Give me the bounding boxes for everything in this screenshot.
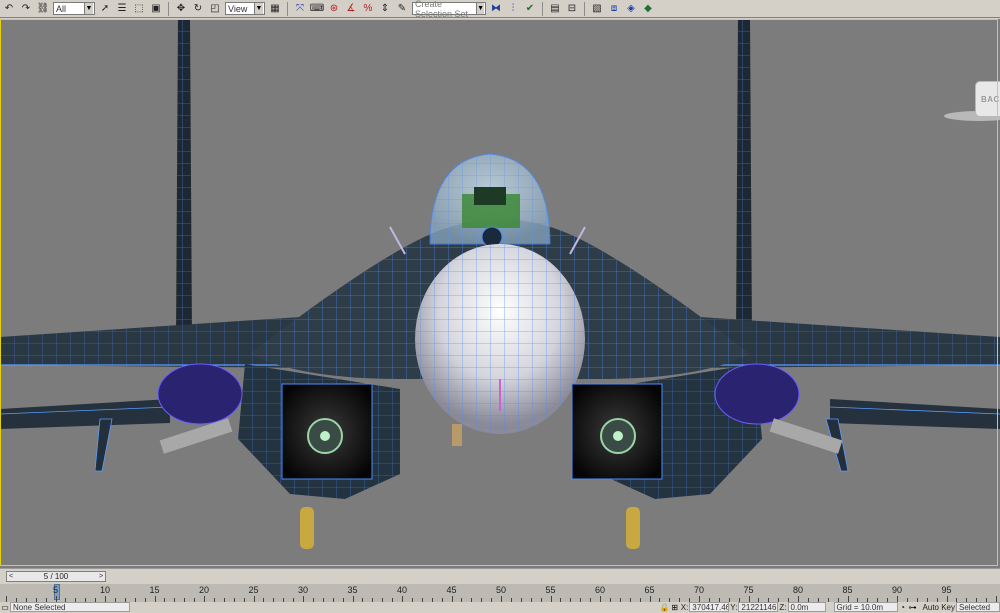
selection-filter-value: All <box>56 3 67 14</box>
perspective-viewport[interactable]: BACK <box>0 19 1000 568</box>
move-icon[interactable]: ✥ <box>174 2 188 16</box>
x-coordinate-field[interactable]: 370417.46 <box>689 602 730 612</box>
aircraft-wireframe-model <box>0 19 1000 549</box>
x-label: X: <box>680 602 689 612</box>
named-selection-icon[interactable]: ✎ <box>395 2 409 16</box>
lock-selection-icon[interactable]: 🔒 <box>660 602 670 612</box>
timeline-tick-label: 10 <box>99 585 111 595</box>
timeline-tick-label: 40 <box>396 585 408 595</box>
scale-icon[interactable]: ◰ <box>208 2 222 16</box>
y-label: Y: <box>730 602 738 612</box>
timeline-tick-label: 75 <box>743 585 754 595</box>
undo-icon[interactable]: ↶ <box>2 2 16 16</box>
window-crossing-icon[interactable]: ▣ <box>149 2 163 16</box>
quick-render-icon[interactable]: ◆ <box>641 2 655 16</box>
toolbar-divider <box>584 1 585 16</box>
timeline-tick-label: 5 <box>52 585 59 595</box>
z-coordinate-field[interactable]: 0.0m <box>787 602 826 612</box>
chevron-down-icon: ▼ <box>84 3 93 14</box>
time-tag-icon[interactable]: ◔ <box>898 602 908 612</box>
key-filter-icon[interactable]: ⊶ <box>908 602 918 612</box>
timeline-tick-label: 90 <box>891 585 903 595</box>
percent-snap-icon[interactable]: % <box>361 2 375 16</box>
keyboard-shortcut-icon[interactable]: ⌨ <box>310 2 324 16</box>
chevron-down-icon: ▼ <box>254 3 263 14</box>
schematic-icon[interactable]: ⊟ <box>565 2 579 16</box>
left-vertical-tail <box>176 19 192 339</box>
timeline-tick-label: 45 <box>446 585 457 595</box>
select-by-name-icon[interactable]: ☰ <box>115 2 129 16</box>
selection-filter-dropdown[interactable]: All ▼ <box>53 2 95 15</box>
align-icon[interactable]: ⫶ <box>506 2 520 16</box>
mirror-icon[interactable]: ⧓ <box>489 2 503 16</box>
timeline-tick-label: 30 <box>297 585 309 595</box>
pivot-icon[interactable]: ▦ <box>268 2 282 16</box>
right-vertical-tail <box>736 19 752 339</box>
absolute-mode-icon[interactable]: ⊞ <box>670 602 680 612</box>
selection-set-dropdown[interactable]: Create Selection Set ▼ <box>412 0 486 19</box>
select-icon[interactable]: ➚ <box>98 2 112 16</box>
frame-display: 5 / 100 <box>43 572 69 581</box>
render-setup-icon[interactable]: ⧈ <box>607 2 621 16</box>
selection-set-placeholder: Create Selection Set <box>415 0 469 19</box>
status-bar: ▭ None Selected 🔒 ⊞ X: 370417.46 Y: 2122… <box>0 602 1000 612</box>
spinner-snap-icon[interactable]: ⇕ <box>378 2 392 16</box>
timeline-tick-label: 65 <box>644 585 655 595</box>
right-engine-nacelle <box>714 363 800 425</box>
toolbar-divider <box>168 1 169 16</box>
manipulate-icon[interactable]: ⤧ <box>293 2 307 16</box>
rect-region-icon[interactable]: ⬚ <box>132 2 146 16</box>
material-editor-icon[interactable]: ▧ <box>590 2 604 16</box>
y-coordinate-field[interactable]: 21221146 <box>738 602 779 612</box>
reference-coordinate-value: View <box>228 3 248 14</box>
timeline-tick-label: 35 <box>347 585 358 595</box>
timeline-tick-label: 70 <box>693 585 705 595</box>
chevron-right-icon[interactable]: > <box>97 573 105 580</box>
timeline-track[interactable]: 5 10 15 20 25 30 35 40 45 50 55 60 65 70 75 80 85 90 95 <box>0 584 1000 604</box>
time-slider[interactable]: < 5 / 100 > <box>6 571 106 582</box>
reference-coordinate-dropdown[interactable]: View ▼ <box>225 2 265 15</box>
viewcube-label: BACK <box>981 94 1000 104</box>
angle-snap-icon[interactable]: ∡ <box>344 2 358 16</box>
timeline-tick-label: 20 <box>198 585 210 595</box>
auto-key-button[interactable]: Auto Key <box>922 603 956 612</box>
timeline-tick-label: 55 <box>545 585 556 595</box>
snap-icon[interactable]: ⊛ <box>327 2 341 16</box>
main-toolbar: ↶ ↷ ⛓ All ▼ ➚ ☰ ⬚ ▣ ✥ ↻ ◰ View ▼ ▦ ⤧ ⌨ ⊛… <box>0 0 1000 19</box>
chevron-down-icon: ▼ <box>476 3 484 14</box>
timeline-tick-label: 50 <box>495 585 507 595</box>
timeline-tick-label: 60 <box>594 585 606 595</box>
left-engine-intake <box>238 364 400 499</box>
left-engine-nacelle <box>157 363 243 425</box>
nose-cone <box>415 244 585 434</box>
timeline-tick-label: 15 <box>149 585 160 595</box>
timeline-tick-label: 85 <box>842 585 853 595</box>
cockpit-canopy <box>429 153 551 248</box>
layer-manager-icon[interactable]: ✔ <box>523 2 537 16</box>
viewcube-back-face[interactable]: BACK <box>975 81 1000 117</box>
left-ventral-fin <box>94 418 113 472</box>
z-label: Z: <box>779 602 787 612</box>
render-icon[interactable]: ◈ <box>624 2 638 16</box>
link-icon[interactable]: ⛓ <box>36 2 50 16</box>
key-mode-dropdown[interactable]: Selected <box>956 602 1000 612</box>
timeline-tick-label: 80 <box>792 585 804 595</box>
grid-spacing-display: Grid = 10.0m <box>833 602 898 612</box>
maxscript-listener-icon[interactable]: ▭ <box>0 602 10 612</box>
selection-status: None Selected <box>10 602 130 612</box>
curve-editor-icon[interactable]: ▤ <box>548 2 562 16</box>
timeline-tick-label: 25 <box>248 585 259 595</box>
toolbar-divider <box>542 1 543 16</box>
rotate-icon[interactable]: ↻ <box>191 2 205 16</box>
timeline-tick-label: 95 <box>941 585 952 595</box>
toolbar-divider <box>287 1 288 16</box>
chevron-left-icon[interactable]: < <box>7 573 15 580</box>
redo-icon[interactable]: ↷ <box>19 2 33 16</box>
